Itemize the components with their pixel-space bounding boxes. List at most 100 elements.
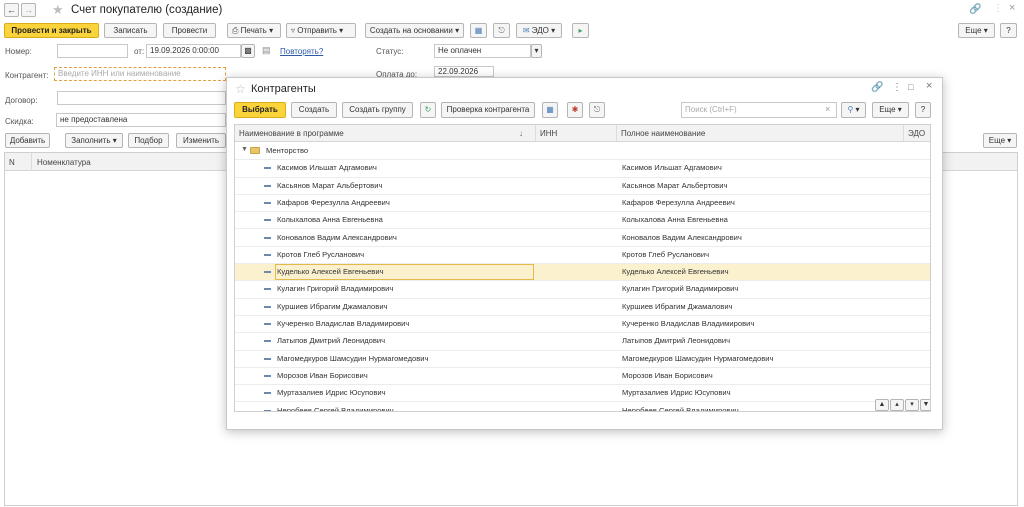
forward-button[interactable]: → [21,3,36,17]
table-row[interactable]: Кулагин Григорий Владимирович Кулагин Гри… [235,281,930,299]
create-based-label: Создать на основании [369,26,453,35]
send-label: Отправить [297,26,337,35]
table-row[interactable]: Магомедкуров Шамсудин Нурмагомедович Маго… [235,351,930,368]
table-row[interactable]: Кротов Глеб Русланович Кротов Глеб Руслан… [235,247,930,265]
table-more-label: Еще [988,136,1006,145]
table-row[interactable]: Куделько Алексей Евгеньевич Куделько Алек… [235,264,930,282]
contract-field[interactable] [57,91,226,105]
group-row[interactable]: ▼ Менторство [235,143,930,161]
table-row[interactable]: Касимов Ильшат Адгамович Касимов Ильшат А… [235,160,930,178]
more-vertical-icon[interactable]: ⋮ [993,3,1003,14]
edo-label: ЭДО [531,26,549,35]
close-window-icon[interactable]: × [1009,2,1015,14]
favorite-star-icon[interactable]: ☆ [235,82,246,96]
repeat-link[interactable]: Повторять? [280,47,323,56]
send-button[interactable]: ▿ Отправить ▾ [286,23,356,38]
print-button[interactable]: ⎙ Печать ▾ [227,23,281,38]
col-edo[interactable]: ЭДО [904,125,930,142]
col-inn[interactable]: ИНН [536,125,617,142]
table-row[interactable]: Морозов Иван Борисович Морозов Иван Борис… [235,368,930,386]
element-icon [264,271,271,274]
post-button[interactable]: Провести [163,23,216,38]
cell-full-name: Кротов Глеб Русланович [622,249,710,259]
calculator-button[interactable]: ▦ [470,23,487,38]
create-button[interactable]: Создать [291,102,337,118]
structure-button[interactable]: ✱ [567,102,583,118]
date-from-label: от: [134,47,145,56]
cell-full-name: Кучеренко Владислав Владимирович [622,319,755,328]
cell-name: Кафаров Ферезулла Андреевич [277,197,390,207]
attach-button[interactable]: ⎋ [589,102,605,118]
cell-full-name: Кулагин Григорий Владимирович [622,284,739,294]
report-button[interactable]: ▦ [542,102,558,118]
status-select[interactable]: Не оплачен [434,44,531,58]
table-row[interactable]: Касьянов Марат Альбертович Касьянов Марат… [235,178,930,195]
dialog-help-button[interactable]: ? [915,102,931,118]
element-icon [264,219,271,222]
counterparties-grid[interactable]: Наименование в программе ↓ ИНН Полное на… [234,124,931,412]
discount-field[interactable]: не предоставлена [56,113,226,127]
nav-last-button[interactable]: ▼ [920,399,930,411]
col-full-name[interactable]: Полное наименование [617,125,904,142]
number-field[interactable] [57,44,128,58]
element-icon [264,305,271,308]
create-group-button[interactable]: Создать группу [342,102,413,118]
save-button[interactable]: Записать [104,23,157,38]
table-row[interactable]: Муртазалиев Идрис Юсупович Муртазалиев Ид… [235,385,930,403]
maximize-icon[interactable]: □ [908,82,913,92]
table-row[interactable]: Латыпов Дмитрий Леонидович Латыпов Дмитри… [235,333,930,351]
fill-button[interactable]: Заполнить ▾ [65,133,123,148]
close-dialog-icon[interactable]: × [926,80,932,92]
change-button[interactable]: Изменить [176,133,226,148]
calendar-button[interactable]: ▩ [241,44,255,58]
check-counterparty-button[interactable]: Проверка контрагента [441,102,535,118]
attach-button[interactable]: ⎋ [493,23,510,38]
cell-name: Кучеренко Владислав Владимирович [277,319,410,328]
add-row-button[interactable]: Добавить [5,133,50,148]
pay-until-field[interactable]: 22.09.2026 [434,66,494,77]
dialog-more-button[interactable]: Еще ▾ [872,102,909,118]
counterparty-input[interactable]: Введите ИНН или наименование [54,67,226,81]
cell-full-name: Касимов Ильшат Адгамович [622,163,722,173]
link-icon[interactable]: 🔗 [871,82,883,93]
favorite-star-icon[interactable]: ★ [52,2,64,18]
cell-name: Касьянов Марат Альбертович [277,180,383,190]
refresh-button[interactable]: ↻ [420,102,436,118]
discount-label: Скидка: [5,117,34,126]
collapse-arrow-icon[interactable]: ▼ [241,146,248,153]
cell-full-name: Колыхалова Анна Евгеньевна [622,215,728,225]
extension-button[interactable]: ▸ [572,23,589,38]
help-button[interactable]: ? [1000,23,1017,38]
back-button[interactable]: ← [4,3,19,17]
pick-button[interactable]: Подбор [128,133,169,148]
clear-search-icon[interactable]: × [825,104,830,114]
search-input[interactable]: Поиск (Ctrl+F) [681,102,837,118]
table-row[interactable]: Неробеев Сергей Владимирович Неробеев Сер… [235,403,930,412]
table-row[interactable]: Колыхалова Анна Евгеньевна Колыхалова Анн… [235,212,930,230]
more-vertical-icon[interactable]: ⋮ [892,82,902,93]
date-field[interactable]: 19.09.2026 0:00:00 [146,44,241,58]
chevron-down-icon: ▾ [983,26,988,35]
table-more-button[interactable]: Еще ▾ [983,133,1017,148]
col-name[interactable]: Наименование в программе ↓ [235,125,536,142]
nav-up-button[interactable]: ▴ [890,399,904,411]
post-and-close-button[interactable]: Провести и закрыть [4,23,99,38]
table-row[interactable]: Кучеренко Владислав Владимирович Кучеренк… [235,316,930,334]
nav-down-button[interactable]: ▾ [905,399,919,411]
chevron-down-icon: ▾ [534,46,539,55]
table-row[interactable]: Кафаров Ферезулла Андреевич Кафаров Ферез… [235,195,930,213]
table-row[interactable]: Куршиев Ибрагим Джамалович Куршиев Ибраги… [235,299,930,316]
status-dropdown-button[interactable]: ▾ [531,44,542,58]
cell-full-name: Неробеев Сергей Владимирович [622,405,739,412]
select-button[interactable]: Выбрать [234,102,286,118]
cell-full-name: Магомедкуров Шамсудин Нурмагомедович [622,353,774,363]
create-based-on-button[interactable]: Создать на основании ▾ [365,23,464,38]
element-icon [264,409,271,411]
nav-first-button[interactable]: ▲ [875,399,889,411]
link-icon[interactable]: 🔗 [969,4,981,15]
edo-button[interactable]: ✉ ЭДО ▾ [516,23,562,38]
more-button[interactable]: Еще ▾ [958,23,995,38]
dialog-title: Контрагенты [251,83,316,95]
search-button[interactable]: ⚲ ▾ [841,102,866,118]
table-row[interactable]: Коновалов Вадим Александрович Коновалов В… [235,230,930,247]
